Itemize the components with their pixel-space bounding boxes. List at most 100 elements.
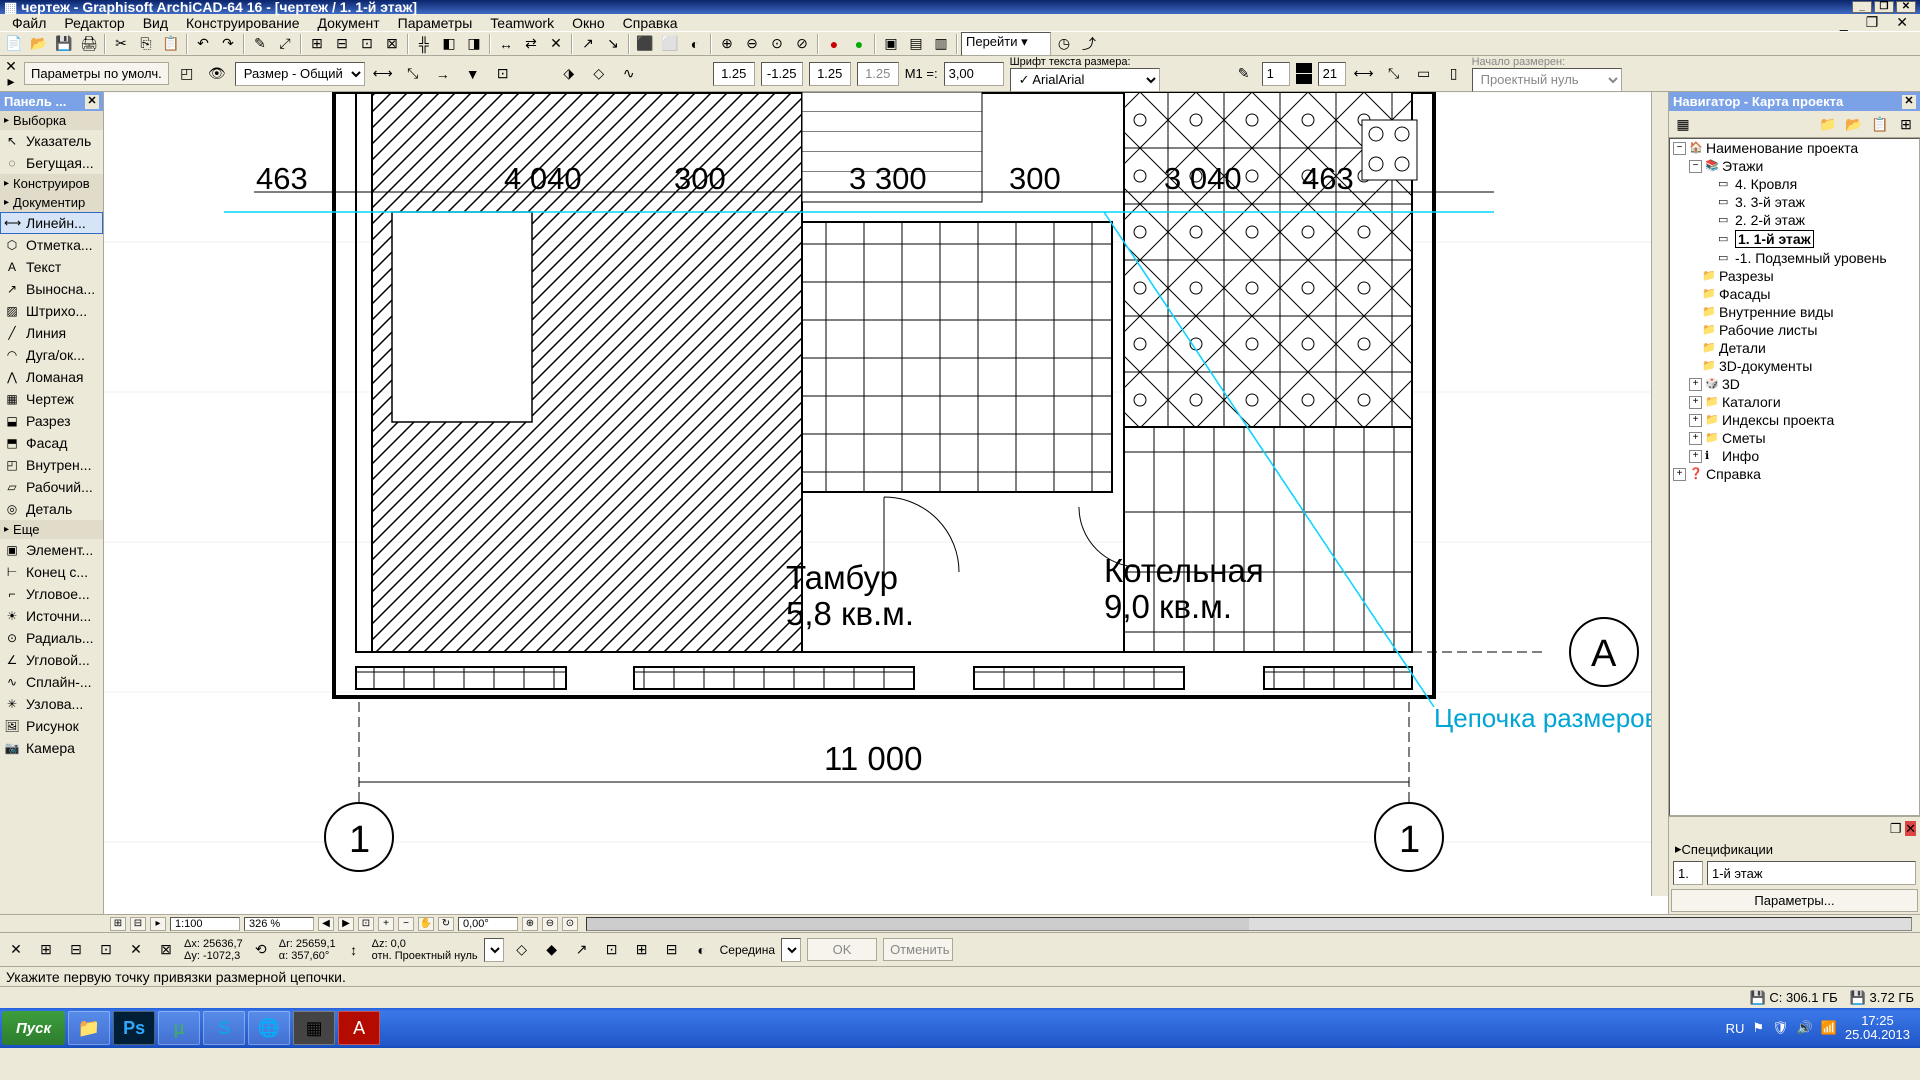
tool-g[interactable]: ◨: [462, 33, 486, 55]
project-tree[interactable]: −🏠Наименование проекта −📚Этажи ▭4. Кровл…: [1669, 138, 1920, 816]
zoom-x2[interactable]: ⊖: [542, 917, 558, 931]
tool-linedim[interactable]: ⟷Линейн...: [0, 212, 103, 234]
tool-o[interactable]: ◐: [683, 33, 707, 55]
dim-opt-2[interactable]: ⤡: [1382, 63, 1406, 85]
marker-1[interactable]: ⬗: [557, 63, 581, 85]
menu-options[interactable]: Параметры: [390, 14, 481, 32]
task-explorer[interactable]: 📁: [68, 1011, 110, 1045]
snap-b1[interactable]: ◇: [510, 939, 534, 961]
tool-end[interactable]: ⊢Конец с...: [0, 561, 103, 583]
eye-icon[interactable]: 👁: [205, 63, 229, 85]
origin-select[interactable]: Проектный нуль: [1472, 68, 1622, 92]
mdi-restore-button[interactable]: ❐: [1858, 13, 1887, 32]
group-select[interactable]: Выборка: [0, 111, 103, 130]
snap-sel[interactable]: [781, 938, 801, 962]
tool-s[interactable]: ⊘: [790, 33, 814, 55]
pen-icon-1[interactable]: ✎: [1232, 63, 1256, 85]
menu-view[interactable]: Вид: [135, 14, 176, 32]
tray-time[interactable]: 17:25: [1845, 1014, 1910, 1028]
zoom-btn-3[interactable]: ▸: [150, 917, 166, 931]
tool-y[interactable]: ⤴: [1077, 33, 1101, 55]
nav-btn-1[interactable]: 📁: [1816, 113, 1840, 135]
nav-btn-4[interactable]: ⊞: [1894, 113, 1918, 135]
nav-btn-2[interactable]: 📂: [1842, 113, 1866, 135]
task-acrobat[interactable]: A: [338, 1011, 380, 1045]
zoom-fwd[interactable]: ▶: [338, 917, 354, 931]
tool-node[interactable]: ✳Узлова...: [0, 693, 103, 715]
coord-b6[interactable]: ⟲: [249, 939, 273, 961]
canvas-scroll-v[interactable]: [1651, 92, 1668, 896]
coord-b7[interactable]: ↕: [342, 939, 366, 961]
group-more[interactable]: Еще: [0, 520, 103, 539]
paste-button[interactable]: 📋: [159, 33, 183, 55]
zoom-pan[interactable]: ✋: [418, 917, 434, 931]
tool-j[interactable]: ✕: [544, 33, 568, 55]
tray-icon-3[interactable]: 🔊: [1797, 1020, 1813, 1036]
tray-icon-2[interactable]: 🛡: [1772, 1020, 1789, 1036]
snap-b7[interactable]: ◐: [690, 939, 714, 961]
menu-document[interactable]: Документ: [310, 14, 388, 32]
tool-pick[interactable]: ⤢: [273, 33, 297, 55]
toolbox-close[interactable]: ✕: [85, 95, 99, 109]
scale-input[interactable]: [944, 62, 1004, 86]
tree-f4[interactable]: ▭4. Кровля: [1670, 175, 1919, 193]
dim-val-b[interactable]: [761, 62, 803, 86]
tool-element[interactable]: ▣Элемент...: [0, 539, 103, 561]
group-document[interactable]: Документир: [0, 193, 103, 212]
tree-indexes[interactable]: +📁Индексы проекта: [1670, 411, 1919, 429]
tool-text[interactable]: AТекст: [0, 256, 103, 278]
goto-select[interactable]: Перейти ▾: [961, 32, 1051, 56]
font-select[interactable]: ✓ ArialArial: [1010, 68, 1160, 92]
tray-icon-1[interactable]: ⚑: [1752, 1020, 1764, 1036]
tool-marquee[interactable]: ◌Бегущая...: [0, 152, 103, 174]
tool-camera[interactable]: 📷Камера: [0, 737, 103, 759]
tool-angular[interactable]: ∠Угловой...: [0, 649, 103, 671]
dim-val-a[interactable]: [713, 62, 755, 86]
tool-d[interactable]: ⊠: [380, 33, 404, 55]
dim-mode-4[interactable]: ▼: [461, 63, 485, 85]
zoom-rot[interactable]: ↻: [438, 917, 454, 931]
snap-b3[interactable]: ↗: [570, 939, 594, 961]
swatch-1[interactable]: [1296, 63, 1312, 73]
layer-icon[interactable]: ◰: [175, 63, 199, 85]
zoom-pct[interactable]: [244, 917, 314, 931]
menu-edit[interactable]: Редактор: [56, 14, 132, 32]
tool-b[interactable]: ⊟: [330, 33, 354, 55]
tool-picture[interactable]: 🖼Рисунок: [0, 715, 103, 737]
tool-m[interactable]: ⬛: [633, 33, 657, 55]
snap-b4[interactable]: ⊡: [600, 939, 624, 961]
dim-mode-3[interactable]: →: [431, 63, 455, 85]
minimize-button[interactable]: _: [1852, 1, 1872, 13]
pen-a[interactable]: [1262, 62, 1290, 86]
pen-b[interactable]: [1318, 62, 1346, 86]
start-button[interactable]: Пуск: [2, 1011, 65, 1045]
tool-spline[interactable]: ∿Сплайн-...: [0, 671, 103, 693]
tree-fm1[interactable]: ▭-1. Подземный уровень: [1670, 249, 1919, 267]
marker-3[interactable]: ∿: [617, 63, 641, 85]
zoom-out[interactable]: −: [398, 917, 414, 931]
zoom-fit[interactable]: ⊡: [358, 917, 374, 931]
restore-button[interactable]: ❐: [1874, 1, 1894, 13]
zoom-scale[interactable]: [170, 917, 240, 931]
tool-view1[interactable]: ▣: [879, 33, 903, 55]
navigator-close[interactable]: ✕: [1902, 95, 1916, 109]
coord-b5[interactable]: ⊠: [154, 939, 178, 961]
menu-window[interactable]: Окно: [564, 14, 613, 32]
redo-button[interactable]: ↷: [216, 33, 240, 55]
spec-row-val[interactable]: [1707, 861, 1916, 885]
undo-button[interactable]: ↶: [191, 33, 215, 55]
task-skype[interactable]: S: [203, 1011, 245, 1045]
tool-poly[interactable]: ⋀Ломаная: [0, 366, 103, 388]
default-params-button[interactable]: Параметры по умолч.: [24, 62, 169, 85]
tool-sheet[interactable]: ▱Рабочий...: [0, 476, 103, 498]
tool-p[interactable]: ⊕: [715, 33, 739, 55]
tree-sheets[interactable]: 📁Рабочие листы: [1670, 321, 1919, 339]
dim-opt-4[interactable]: ▯: [1442, 63, 1466, 85]
tool-wand[interactable]: ✎: [248, 33, 272, 55]
zoom-in[interactable]: +: [378, 917, 394, 931]
tree-catalogs[interactable]: +📁Каталоги: [1670, 393, 1919, 411]
tool-view3[interactable]: ▥: [929, 33, 953, 55]
tool-u[interactable]: ●: [847, 33, 871, 55]
dim-mode-2[interactable]: ⤡: [401, 63, 425, 85]
coord-close[interactable]: ✕: [4, 939, 28, 961]
